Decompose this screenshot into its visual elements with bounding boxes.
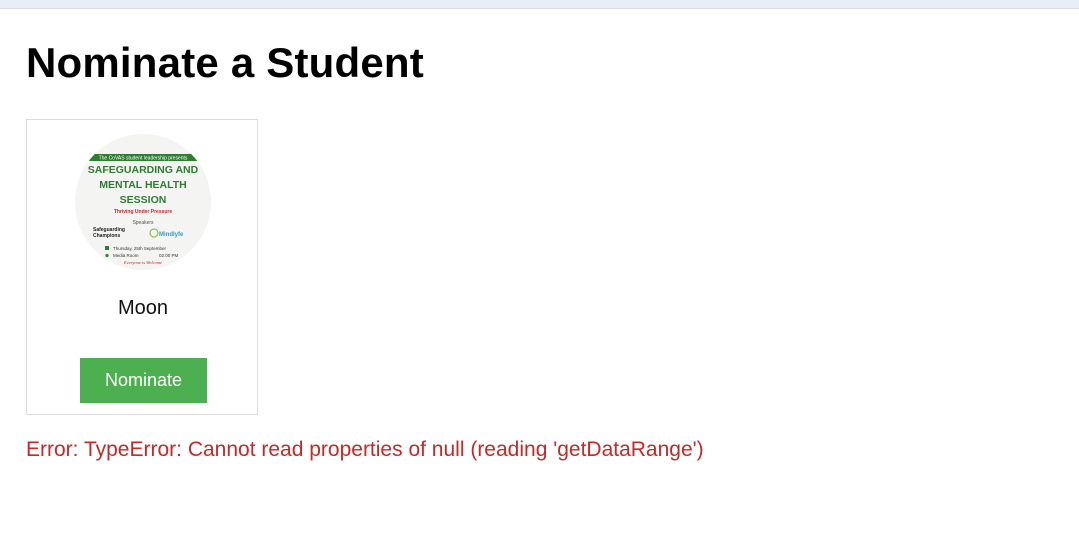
poster-speaker-2: Mindlyfe — [159, 232, 184, 238]
student-avatar-poster: The CoVAS student leadership presents SA… — [75, 134, 211, 270]
poster-headline-3: SESSION — [120, 194, 167, 206]
event-poster-image: The CoVAS student leadership presents SA… — [75, 134, 211, 270]
poster-banner: The CoVAS student leadership presents — [99, 156, 188, 162]
poster-venue: Media Room — [113, 253, 139, 258]
page-title: Nominate a Student — [26, 39, 424, 86]
nominate-button[interactable]: Nominate — [80, 358, 207, 403]
poster-tagline: Thriving Under Pressure — [114, 209, 173, 215]
error-message: Error: TypeError: Cannot read properties… — [26, 438, 704, 461]
student-name: Moon — [117, 297, 169, 319]
poster-date: Thursday, 25th September — [113, 246, 166, 251]
poster-time: 02:00 PM — [159, 253, 179, 258]
poster-speakers-label: Speakers — [132, 220, 154, 226]
browser-top-bar — [0, 0, 1079, 9]
poster-headline-1: SAFEGUARDING AND — [88, 164, 199, 176]
poster-footer: Everyone is Welcome — [123, 260, 162, 265]
poster-speaker-1-line2: Champions — [93, 233, 120, 239]
poster-headline-2: MENTAL HEALTH — [99, 179, 187, 191]
page-container: Nominate a Student The CoVAS student lea… — [26, 39, 424, 415]
student-card: The CoVAS student leadership presents SA… — [26, 119, 258, 415]
